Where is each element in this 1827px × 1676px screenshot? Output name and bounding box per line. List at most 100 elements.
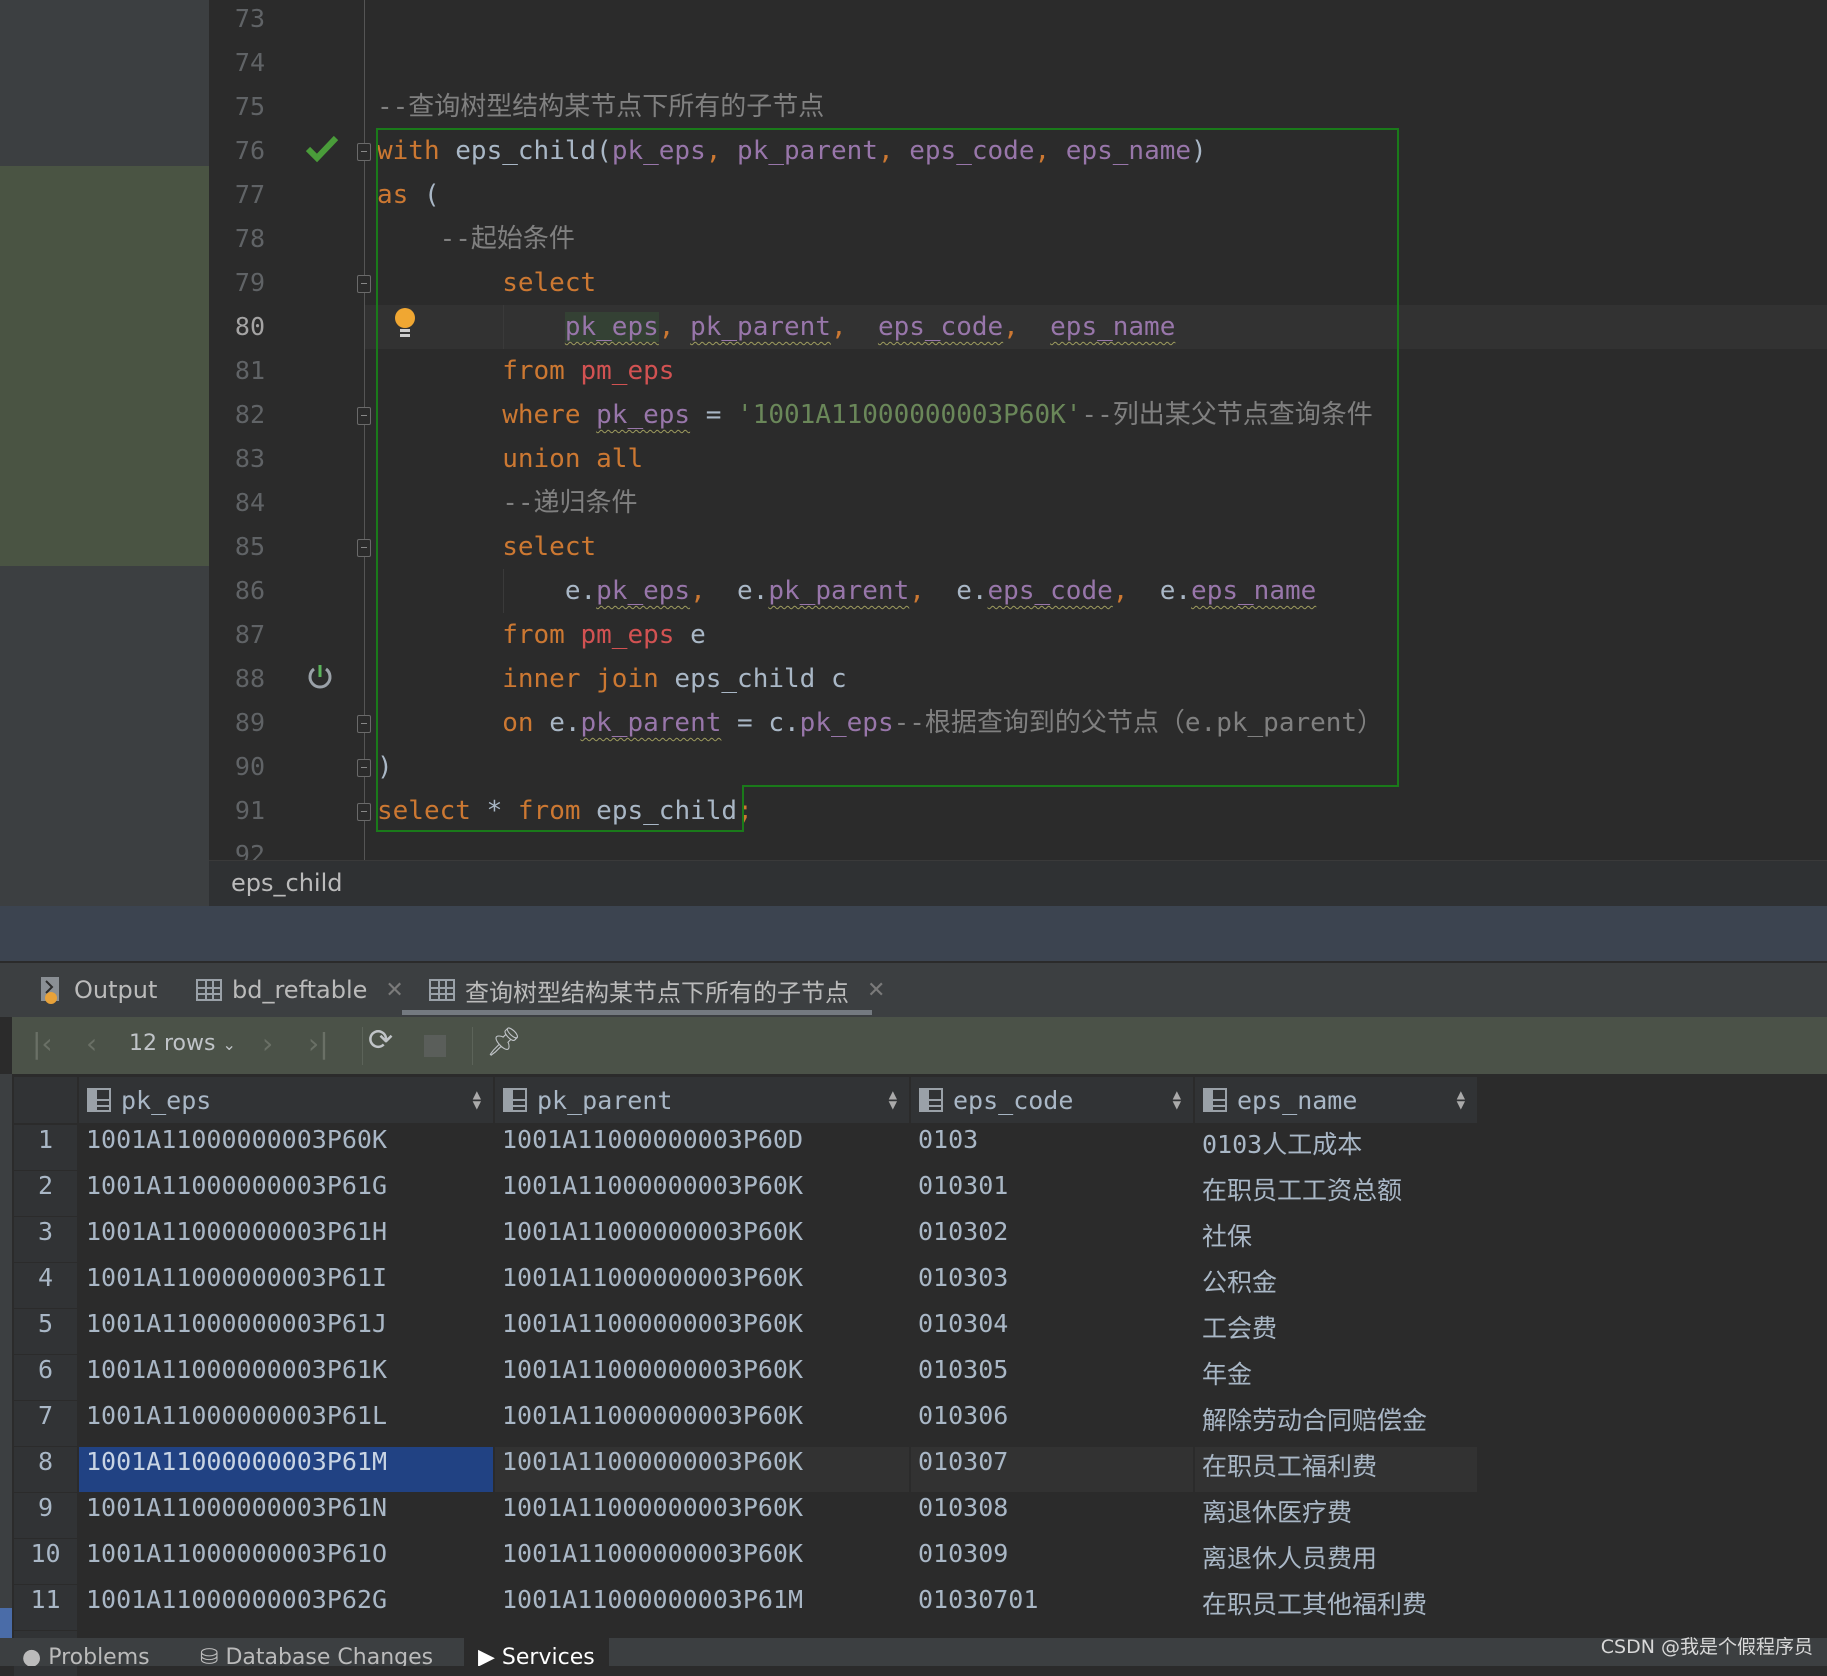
table-cell[interactable]: 1001A11000000003P60K — [495, 1263, 909, 1308]
table-cell[interactable]: 0103 — [911, 1125, 1193, 1170]
table-cell[interactable]: 1001A11000000003P61H — [79, 1217, 493, 1262]
table-cell[interactable]: 1001A11000000003P61K — [79, 1355, 493, 1400]
problems-icon: ● — [22, 1645, 49, 1666]
sort-icon[interactable]: ▲ ▼ — [889, 1088, 897, 1112]
table-cell[interactable]: 010305 — [911, 1355, 1193, 1400]
table-cell[interactable]: 1001A11000000003P60K — [495, 1539, 909, 1584]
next-page-icon[interactable]: › — [262, 1027, 273, 1060]
column-header-eps_code[interactable]: eps_code ▲ ▼ — [911, 1077, 1193, 1123]
table-cell[interactable]: 在职员工工资总额 — [1195, 1171, 1477, 1216]
bottom-tool-window-bar: ● Problems ⛁ Database Changes ▶ Services — [0, 1638, 1827, 1666]
table-cell[interactable]: 1001A11000000003P60K — [495, 1355, 909, 1400]
column-header-pk_parent[interactable]: pk_parent ▲ ▼ — [495, 1077, 909, 1123]
tab-label: bd_reftable — [232, 976, 368, 1004]
table-cell[interactable]: 1001A11000000003P61L — [79, 1401, 493, 1446]
breadcrumb-item[interactable]: eps_child — [231, 869, 342, 897]
recursive-call-icon — [308, 665, 332, 689]
table-cell[interactable]: 1001A11000000003P61G — [79, 1171, 493, 1216]
statement-boundary — [376, 128, 1399, 832]
table-cell[interactable]: 010306 — [911, 1401, 1193, 1446]
table-cell[interactable]: 010308 — [911, 1493, 1193, 1538]
panel-divider[interactable] — [0, 906, 1827, 961]
table-cell[interactable]: 1001A11000000003P60D — [495, 1125, 909, 1170]
column-header-pk_eps[interactable]: pk_eps ▲ ▼ — [79, 1077, 493, 1123]
row-number[interactable]: 7 — [14, 1401, 77, 1446]
output-icon — [41, 977, 59, 1004]
row-number[interactable]: 10 — [14, 1539, 77, 1584]
table-cell[interactable]: 1001A11000000003P61I — [79, 1263, 493, 1308]
table-cell[interactable]: 01030701 — [911, 1585, 1193, 1630]
table-cell[interactable]: 1001A11000000003P60K — [495, 1493, 909, 1538]
table-cell[interactable]: 1001A11000000003P62G — [79, 1585, 493, 1630]
table-cell[interactable]: 1001A11000000003P61O — [79, 1539, 493, 1584]
column-header-label: eps_code — [953, 1085, 1074, 1115]
table-cell[interactable]: 1001A11000000003P61M — [79, 1447, 493, 1492]
services-icon: ▶ — [478, 1645, 502, 1666]
table-cell[interactable]: 1001A11000000003P61M — [495, 1585, 909, 1630]
table-cell[interactable]: 1001A11000000003P60K — [495, 1309, 909, 1354]
column-icon — [87, 1088, 111, 1112]
table-cell[interactable]: 年金 — [1195, 1355, 1477, 1400]
results-tab-bar: Output bd_reftable ✕ 查询树型结构某节点下所有的子节点 ✕ — [0, 961, 1827, 1017]
row-number[interactable]: 8 — [14, 1447, 77, 1492]
row-number[interactable]: 11 — [14, 1585, 77, 1630]
table-cell[interactable]: 1001A11000000003P60K — [79, 1125, 493, 1170]
table-cell[interactable]: 1001A11000000003P60K — [495, 1401, 909, 1446]
table-cell[interactable]: 在职员工其他福利费 — [1195, 1585, 1477, 1630]
close-icon[interactable]: ✕ — [385, 978, 403, 1003]
row-number[interactable]: 1 — [14, 1125, 77, 1170]
tool-window-label: Services — [501, 1645, 595, 1666]
column-header-eps_name[interactable]: eps_name ▲ ▼ — [1195, 1077, 1477, 1123]
tab-bd-reftable[interactable]: bd_reftable ✕ — [196, 963, 404, 1017]
table-cell[interactable]: 010304 — [911, 1309, 1193, 1354]
table-cell[interactable]: 在职员工福利费 — [1195, 1447, 1477, 1492]
table-cell[interactable]: 1001A11000000003P60K — [495, 1447, 909, 1492]
table-cell[interactable]: 离退休人员费用 — [1195, 1539, 1477, 1584]
table-cell[interactable]: 1001A11000000003P60K — [495, 1217, 909, 1262]
sort-icon[interactable]: ▲ ▼ — [1457, 1088, 1465, 1112]
table-cell[interactable]: 010309 — [911, 1539, 1193, 1584]
tool-window-services[interactable]: ▶ Services — [464, 1638, 609, 1666]
refresh-icon[interactable]: ⟳ — [368, 1023, 393, 1058]
close-icon[interactable]: ✕ — [867, 978, 885, 1003]
tool-window-database-changes[interactable]: ⛁ Database Changes — [186, 1638, 447, 1666]
pin-icon[interactable]: 📌︎ — [486, 1025, 522, 1058]
tab-output[interactable]: Output — [38, 963, 157, 1017]
project-panel-selection — [0, 166, 209, 566]
column-header-label: pk_parent — [537, 1085, 673, 1115]
row-number[interactable]: 2 — [14, 1171, 77, 1216]
sort-icon[interactable]: ▲ ▼ — [473, 1088, 481, 1112]
table-cell[interactable]: 010302 — [911, 1217, 1193, 1262]
rows-dropdown[interactable]: 12 rows ⌄ — [129, 1031, 236, 1056]
breadcrumb[interactable]: eps_child — [209, 860, 1827, 906]
sort-icon[interactable]: ▲ ▼ — [1173, 1088, 1181, 1112]
table-cell[interactable]: 工会费 — [1195, 1309, 1477, 1354]
table-cell[interactable]: 解除劳动合同赔偿金 — [1195, 1401, 1477, 1446]
tool-window-label: Problems — [48, 1645, 150, 1666]
table-cell[interactable]: 离退休医疗费 — [1195, 1493, 1477, 1538]
last-page-icon[interactable]: ›| — [308, 1027, 329, 1060]
table-cell[interactable]: 公积金 — [1195, 1263, 1477, 1308]
row-number[interactable]: 4 — [14, 1263, 77, 1308]
table-cell[interactable]: 社保 — [1195, 1217, 1477, 1262]
table-cell[interactable]: 1001A11000000003P60K — [495, 1171, 909, 1216]
row-number[interactable]: 6 — [14, 1355, 77, 1400]
previous-page-icon[interactable]: ‹ — [86, 1027, 97, 1060]
table-cell[interactable]: 0103人工成本 — [1195, 1125, 1477, 1170]
row-number[interactable]: 5 — [14, 1309, 77, 1354]
tab-query-result[interactable]: 查询树型结构某节点下所有的子节点 ✕ — [429, 963, 885, 1017]
stop-icon[interactable] — [424, 1035, 446, 1057]
table-icon — [196, 979, 222, 1001]
table-cell[interactable]: 010301 — [911, 1171, 1193, 1216]
first-page-icon[interactable]: |‹ — [32, 1027, 53, 1060]
table-cell[interactable]: 010307 — [911, 1447, 1193, 1492]
row-number[interactable]: 9 — [14, 1493, 77, 1538]
results-grid[interactable]: pk_eps ▲ ▼ pk_parent ▲ ▼ eps_code ▲ ▼ eps_name ▲ ▼ 1… — [12, 1074, 1827, 1676]
table-cell[interactable]: 010303 — [911, 1263, 1193, 1308]
table-cell[interactable]: 1001A11000000003P61N — [79, 1493, 493, 1538]
lightbulb-icon[interactable] — [393, 306, 417, 342]
tool-window-problems[interactable]: ● Problems — [8, 1638, 164, 1666]
row-number[interactable]: 3 — [14, 1217, 77, 1262]
code-editor[interactable]: 73 74 75 --查询树型结构某节点下所有的子节点 76 with eps_child… — [209, 0, 1827, 860]
table-cell[interactable]: 1001A11000000003P61J — [79, 1309, 493, 1354]
